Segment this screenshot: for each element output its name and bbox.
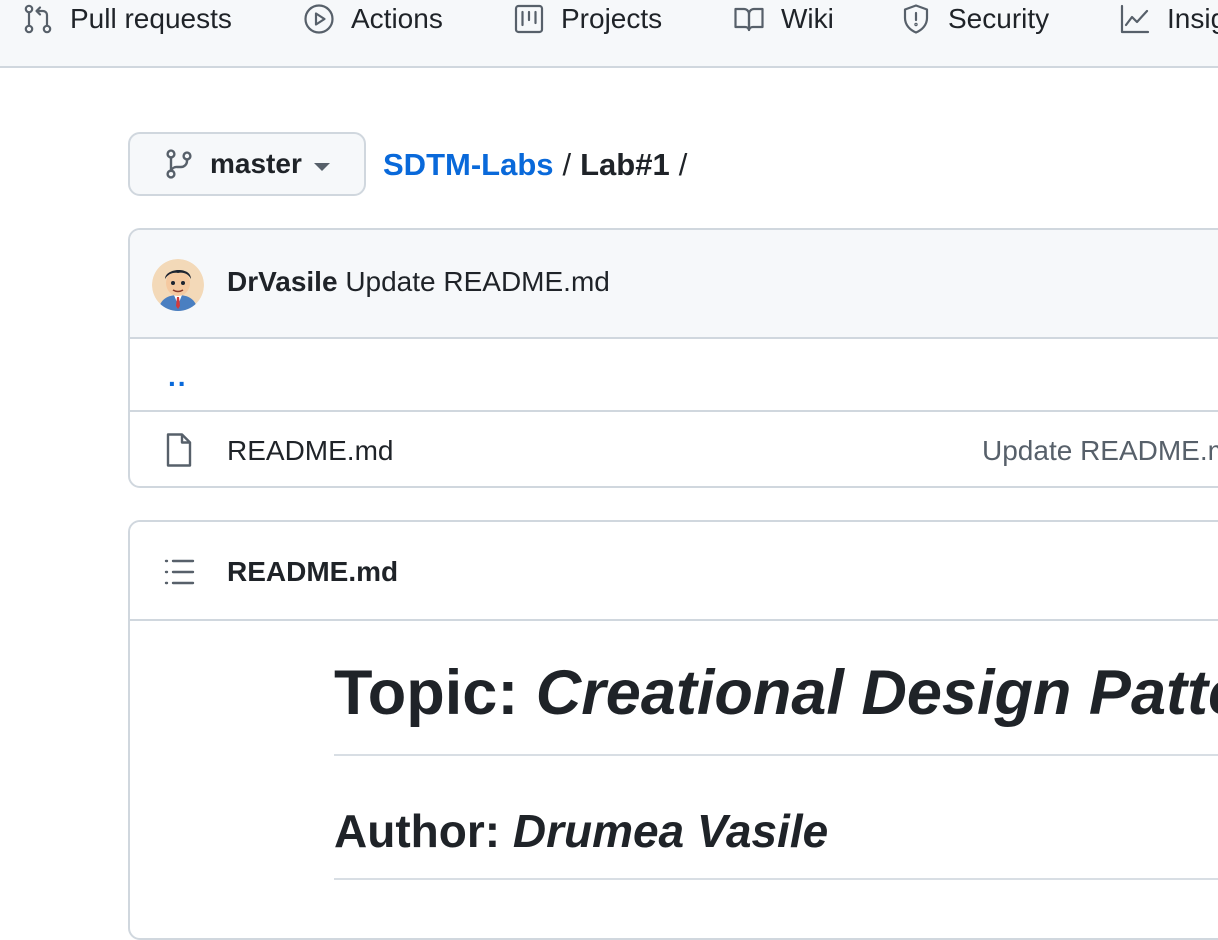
readme-heading-author-prefix: Author:: [334, 805, 513, 857]
book-icon: [734, 7, 764, 32]
tab-security[interactable]: Security: [900, 0, 1049, 38]
tab-projects[interactable]: Projects: [513, 0, 662, 38]
file-icon: [166, 433, 192, 467]
readme-heading-author: Author: Drumea Vasile: [334, 804, 1218, 880]
tab-insights[interactable]: Insig: [1119, 0, 1218, 38]
commit-message-link[interactable]: Update README.md: [345, 266, 610, 297]
tab-wiki-label: Wiki: [781, 3, 834, 34]
shield-icon: [903, 4, 929, 34]
breadcrumb-current-folder: Lab#1: [580, 147, 670, 182]
readme-title: README.md: [227, 556, 399, 587]
tab-actions-label: Actions: [351, 3, 443, 34]
caret-down-icon: [314, 163, 330, 171]
play-circle-icon: [304, 4, 334, 34]
breadcrumb-repo-link[interactable]: SDTM-Labs: [383, 147, 554, 183]
latest-commit-bar: DrVasile Update README.md: [130, 230, 1218, 339]
breadcrumb-separator: /: [562, 147, 572, 182]
parent-directory-link[interactable]: ..: [168, 361, 188, 393]
git-branch-icon: [166, 149, 192, 179]
readme-heading-topic: Topic: Creational Design Patter: [334, 657, 1218, 756]
repo-nav: Pull requests Actions Projects Wiki Secu…: [0, 0, 1218, 68]
avatar[interactable]: [152, 259, 204, 311]
file-name-link[interactable]: README.md: [227, 435, 393, 467]
project-board-icon: [514, 4, 544, 34]
readme-heading-author-name: Drumea Vasile: [512, 805, 829, 857]
readme-heading-topic-prefix: Topic:: [334, 658, 536, 728]
readme-panel: README.md Topic: Creational Design Patte…: [128, 520, 1218, 940]
tab-pull-requests-label: Pull requests: [70, 3, 232, 34]
commit-summary: DrVasile Update README.md: [227, 266, 610, 298]
breadcrumb: SDTM-Labs / Lab#1 /: [383, 145, 696, 185]
list-unordered-icon[interactable]: [164, 558, 196, 586]
tab-projects-label: Projects: [561, 3, 663, 34]
readme-header: README.md: [130, 522, 1218, 621]
parent-directory-row: ..: [130, 339, 1218, 412]
breadcrumb-trailing-separator: /: [678, 147, 688, 182]
table-row: README.md Update README.m: [130, 413, 1218, 486]
tab-insights-label: Insig: [1167, 3, 1218, 34]
file-list: DrVasile Update README.md .. README.md U…: [128, 228, 1218, 488]
file-commit-message-link[interactable]: Update README.m: [982, 435, 1218, 467]
commit-author-link[interactable]: DrVasile: [227, 266, 338, 297]
graph-icon: [1120, 4, 1150, 34]
tab-security-label: Security: [948, 3, 1050, 34]
tab-wiki[interactable]: Wiki: [733, 0, 834, 38]
readme-heading-topic-text: Creational Design Patter: [535, 658, 1218, 728]
branch-selector-button[interactable]: master: [128, 132, 366, 196]
branch-name: master: [210, 148, 302, 179]
tab-actions[interactable]: Actions: [303, 0, 443, 38]
pull-request-icon: [24, 4, 52, 34]
tab-pull-requests[interactable]: Pull requests: [22, 0, 232, 38]
